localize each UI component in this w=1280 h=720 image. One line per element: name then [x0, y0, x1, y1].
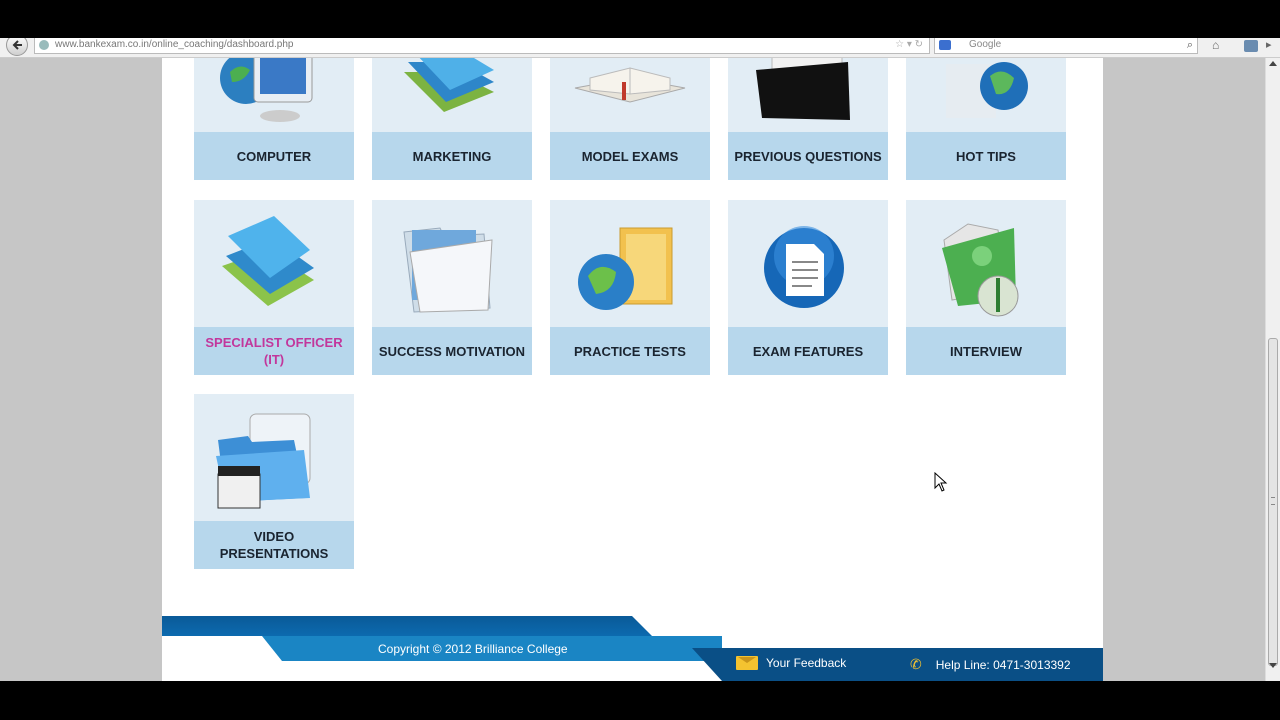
toolbar-addon-icon[interactable]	[1244, 40, 1258, 52]
tile-specialist-officer[interactable]: SPECIALIST OFFICER (IT)	[194, 200, 354, 375]
tile-interview[interactable]: INTERVIEW	[906, 200, 1066, 375]
tile-label: INTERVIEW	[906, 327, 1066, 375]
search-box[interactable]: Google ⌕	[934, 38, 1198, 54]
tile-video-presentations[interactable]: VIDEO PRESENTATIONS	[194, 394, 354, 569]
footer-band	[162, 616, 1103, 636]
tile-label: SUCCESS MOTIVATION	[372, 327, 532, 375]
tile-label: VIDEO PRESENTATIONS	[194, 521, 354, 569]
black-folder-icon	[756, 58, 850, 120]
google-logo-icon	[939, 40, 951, 50]
tile-previous-questions[interactable]: PREVIOUS QUESTIONS	[728, 58, 888, 180]
browser-toolbar: www.bankexam.co.in/online_coaching/dashb…	[0, 38, 1280, 58]
user-folder-icon	[942, 223, 1019, 317]
helpline: ✆ Help Line: 0471-3013392	[910, 656, 1071, 673]
white-folder-icon	[403, 227, 493, 313]
video-bottom-border	[0, 681, 1280, 720]
scroll-thumb[interactable]	[1268, 338, 1278, 666]
tile-model-exams[interactable]: MODEL EXAMS	[550, 58, 710, 180]
menu-icon[interactable]: ▸	[1266, 38, 1272, 52]
tile-label: PREVIOUS QUESTIONS	[728, 132, 888, 180]
tile-hot-tips[interactable]: HOT TIPS	[906, 58, 1066, 180]
tile-marketing[interactable]: MARKETING	[372, 58, 532, 180]
mouse-cursor-icon	[934, 472, 948, 492]
video-top-border	[0, 0, 1280, 38]
open-book-icon	[574, 67, 686, 103]
page-footer: Copyright © 2012 Brilliance College Your…	[162, 616, 1103, 681]
tile-label: HOT TIPS	[906, 132, 1066, 180]
globe-folder-icon	[578, 227, 673, 310]
copyright-text: Copyright © 2012 Brilliance College	[378, 642, 568, 656]
tile-label: PRACTICE TESTS	[550, 327, 710, 375]
tile-label: EXAM FEATURES	[728, 327, 888, 375]
home-icon[interactable]: ⌂	[1212, 38, 1219, 52]
feedback-link[interactable]: Your Feedback	[736, 656, 846, 670]
video-folder-icon	[216, 413, 311, 509]
tile-label: MODEL EXAMS	[550, 132, 710, 180]
site-identity-icon	[39, 40, 49, 50]
bookmark-star-icon[interactable]: ☆ ▾ ↻	[895, 38, 923, 52]
globe-icon	[946, 62, 1028, 118]
tile-exam-features[interactable]: EXAM FEATURES	[728, 200, 888, 375]
tile-label: MARKETING	[372, 132, 532, 180]
back-button[interactable]	[6, 38, 28, 56]
tile-success-motivation[interactable]: SUCCESS MOTIVATION	[372, 200, 532, 375]
dashboard-content: COMPUTER MARKETING MODEL EXAMS PREVIOUS …	[162, 58, 1103, 681]
back-arrow-icon	[12, 40, 22, 50]
phone-icon: ✆	[910, 656, 922, 672]
feedback-label: Your Feedback	[766, 656, 847, 670]
tile-computer[interactable]: COMPUTER	[194, 58, 354, 180]
search-placeholder: Google	[969, 39, 1002, 50]
scroll-up-icon[interactable]	[1269, 61, 1277, 66]
tile-label: SPECIALIST OFFICER (IT)	[194, 327, 354, 375]
vertical-scrollbar[interactable]	[1265, 58, 1280, 681]
mail-icon	[736, 656, 758, 670]
search-icon[interactable]: ⌕	[1187, 38, 1193, 52]
tile-practice-tests[interactable]: PRACTICE TESTS	[550, 200, 710, 375]
blue-books-icon	[222, 216, 314, 306]
page-viewport: COMPUTER MARKETING MODEL EXAMS PREVIOUS …	[0, 58, 1265, 681]
tile-label: COMPUTER	[194, 132, 354, 180]
computer-monitor-icon	[220, 58, 313, 122]
document-orb-icon	[764, 226, 844, 308]
helpline-text: Help Line: 0471-3013392	[935, 657, 1071, 672]
url-text: www.bankexam.co.in/online_coaching/dashb…	[55, 39, 294, 50]
books-icon	[404, 58, 494, 112]
scroll-down-icon[interactable]	[1269, 663, 1277, 668]
address-bar[interactable]: www.bankexam.co.in/online_coaching/dashb…	[34, 38, 930, 54]
